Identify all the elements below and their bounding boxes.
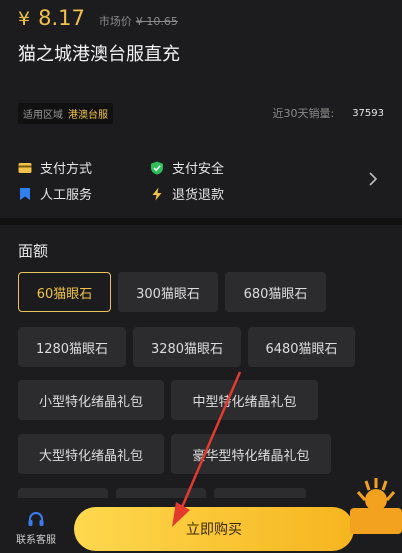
product-page: ¥ 8.17 市场价 ¥ 10.65 猫之城港澳台服直充 适用区域 港澳台服 近…	[0, 0, 402, 553]
option-large-pack[interactable]: 大型特化绪晶礼包	[18, 434, 164, 474]
service-payment-method: 支付方式	[18, 158, 92, 177]
bottom-action-bar: 联系客服 立即购买	[0, 498, 402, 553]
headset-icon	[28, 512, 44, 526]
service-label: 退货退款	[172, 188, 225, 203]
service-info[interactable]: 支付方式 支付安全 人工服务 退货退款	[18, 154, 384, 206]
shield-check-icon	[151, 161, 163, 174]
region-label: 适用区域	[23, 109, 63, 121]
service-refund: 退货退款	[150, 184, 224, 203]
sales-value: 37593	[352, 107, 384, 119]
service-label: 支付安全	[172, 162, 225, 177]
customer-service-button[interactable]: 联系客服	[8, 510, 64, 546]
buy-now-button[interactable]: 立即购买	[74, 507, 354, 551]
option-680[interactable]: 680猫眼石	[225, 272, 326, 312]
watermark-logo	[350, 478, 402, 534]
service-label: 人工服务	[40, 188, 93, 203]
denomination-title: 面额	[18, 242, 49, 260]
option-3280[interactable]: 3280猫眼石	[133, 327, 241, 367]
option-deluxe-pack[interactable]: 豪华型特化绪晶礼包	[171, 434, 331, 474]
service-manual: 人工服务	[18, 184, 92, 203]
card-icon	[18, 162, 32, 173]
market-price-label: 市场价	[98, 15, 132, 28]
bookmark-icon	[20, 187, 30, 200]
option-60[interactable]: 60猫眼石	[18, 272, 111, 312]
currency-symbol: ¥	[18, 8, 31, 30]
option-small-pack[interactable]: 小型特化绪晶礼包	[18, 380, 164, 420]
section-divider	[0, 218, 402, 225]
price-row: ¥ 8.17 市场价 ¥ 10.65	[18, 6, 178, 30]
region-sales-row: 适用区域 港澳台服 近30天销量: 37593	[18, 101, 384, 125]
option-1280[interactable]: 1280猫眼石	[18, 327, 126, 367]
market-price-value: ¥ 10.65	[135, 15, 178, 28]
region-value: 港澳台服	[68, 109, 108, 121]
region-badge: 适用区域 港澳台服	[18, 102, 113, 124]
sales-count: 近30天销量: 37593	[272, 105, 384, 121]
lightning-icon	[152, 187, 162, 200]
service-label: 支付方式	[40, 162, 93, 177]
sales-label: 近30天销量:	[272, 107, 335, 120]
service-payment-security: 支付安全	[150, 158, 224, 177]
option-300[interactable]: 300猫眼石	[118, 272, 218, 312]
customer-service-label: 联系客服	[16, 535, 56, 546]
option-6480[interactable]: 6480猫眼石	[248, 327, 355, 367]
option-medium-pack[interactable]: 中型特化绪晶礼包	[171, 380, 318, 420]
price-value: 8.17	[38, 6, 85, 30]
chevron-right-icon[interactable]	[368, 172, 378, 186]
product-title: 猫之城港澳台服直充	[18, 44, 180, 65]
